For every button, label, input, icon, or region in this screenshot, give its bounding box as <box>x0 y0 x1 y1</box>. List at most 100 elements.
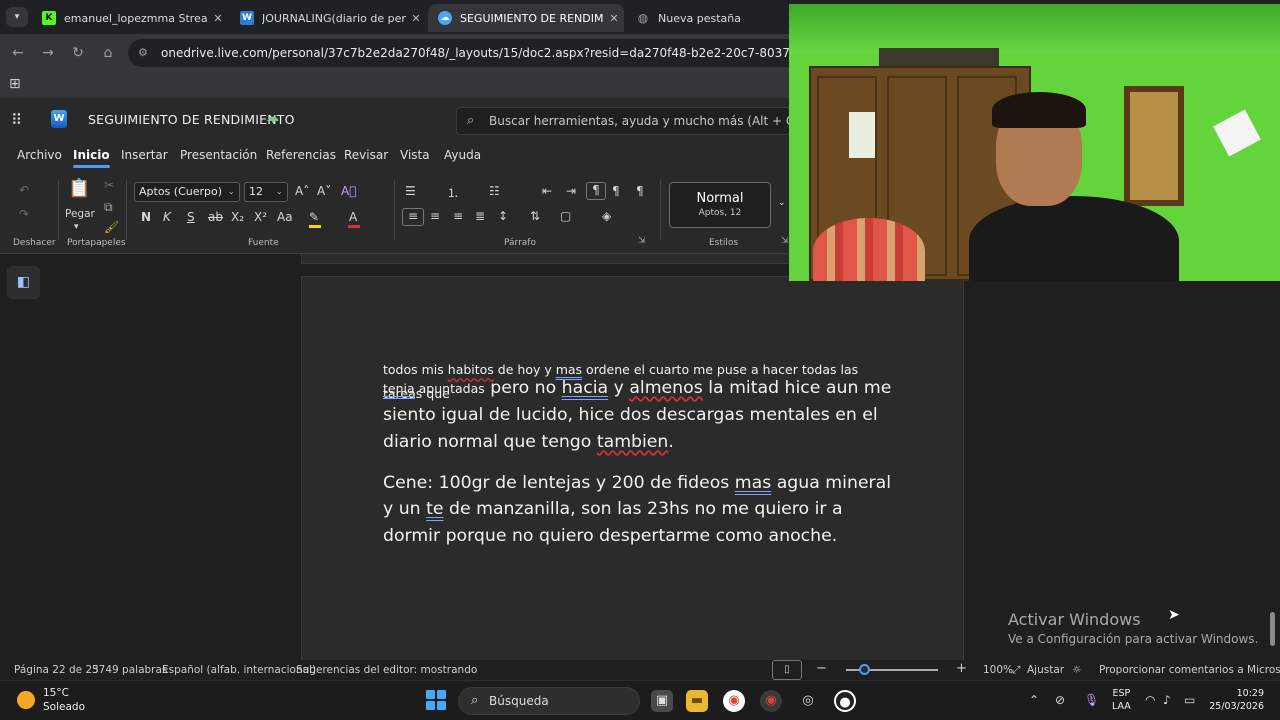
page-count[interactable]: Página 22 de 23 <box>14 664 99 676</box>
show-marks-icon[interactable]: ¶ <box>636 184 644 198</box>
align-left-icon[interactable]: ≡ <box>402 208 424 226</box>
copy-icon[interactable]: ⧉ <box>104 200 113 215</box>
tab-kick-stream[interactable]: K emanuel_lopezmma Stream - W ✕ <box>32 4 228 32</box>
font-size-select[interactable]: 12 ⌄ <box>244 182 288 202</box>
tab-inicio[interactable]: Inicio <box>73 148 110 168</box>
grammar-flag-word[interactable]: hacia <box>562 378 608 398</box>
tab-insertar[interactable]: Insertar <box>121 148 168 162</box>
word-logo-icon[interactable]: W <box>51 110 67 128</box>
underline-icon[interactable]: S <box>187 210 195 224</box>
wifi-icon[interactable]: ◠ <box>1145 693 1155 707</box>
taskbar-search[interactable]: ⌕ Búsqueda <box>458 687 640 715</box>
tab-presentacion[interactable]: Presentación <box>180 148 257 162</box>
undo-icon[interactable]: ↶ <box>19 183 29 197</box>
tab-revisar[interactable]: Revisar <box>344 148 388 162</box>
obs-icon[interactable]: ◎ <box>797 690 819 712</box>
clock[interactable]: 10:29 25/03/2026 <box>1206 687 1264 713</box>
paste-icon[interactable]: 📋 <box>68 178 90 199</box>
decrease-indent-icon[interactable]: ⇤ <box>542 184 552 198</box>
font-color-icon[interactable]: A <box>349 210 357 224</box>
vertical-scrollbar[interactable] <box>1270 612 1275 646</box>
zoom-slider-thumb[interactable] <box>859 664 871 675</box>
weather-sun-icon[interactable] <box>17 691 35 709</box>
tab-archivo[interactable]: Archivo <box>17 148 62 162</box>
ltr-icon[interactable]: ¶ <box>586 182 606 200</box>
search-box[interactable]: ⌕ Buscar herramientas, ayuda y mucho más… <box>456 107 800 135</box>
navigation-pane-icon[interactable]: ◧ <box>7 266 40 299</box>
grow-font-icon[interactable]: A˄ <box>295 184 309 198</box>
feedback-link[interactable]: Proporcionar comentarios a Microsoft <box>1099 664 1280 676</box>
meet-muted-icon[interactable]: ⊘ <box>1055 693 1065 707</box>
back-icon[interactable]: ← <box>8 43 28 63</box>
battery-icon[interactable]: ▭ <box>1184 693 1195 707</box>
tab-new-tab[interactable]: ◍ Nueva pestaña <box>626 4 786 32</box>
highlight-icon[interactable]: ✎ <box>309 210 319 224</box>
tab-seguimiento[interactable]: ☁ SEGUIMIENTO DE RENDIMIENT ✕ <box>428 4 624 32</box>
input-language[interactable]: ESP LAA <box>1112 687 1131 713</box>
paste-dropdown-icon[interactable]: ▾ <box>74 222 79 232</box>
start-button[interactable] <box>426 690 446 710</box>
zoom-out-icon[interactable]: − <box>816 661 827 676</box>
grammar-flag-word[interactable]: te <box>426 499 443 519</box>
feedback-icon[interactable]: ☼ <box>1072 664 1081 676</box>
url-field[interactable]: ⚙ onedrive.live.com/personal/37c7b2e2da2… <box>128 39 828 67</box>
chrome-active-icon[interactable]: ◉ <box>760 690 782 712</box>
multilevel-list-icon[interactable]: ☷ <box>489 184 500 198</box>
dialog-launcher-icon[interactable]: ⇲ <box>638 236 646 246</box>
apps-grid-icon[interactable]: ⊞ <box>9 76 21 92</box>
editor-suggestions[interactable]: Sugerencias del editor: mostrando <box>296 664 477 676</box>
change-case-icon[interactable]: Aa <box>277 210 293 224</box>
camera-app-icon[interactable]: ● <box>834 690 856 712</box>
document-title[interactable]: SEGUIMIENTO DE RENDIMIENTO <box>88 112 295 127</box>
line-spacing-icon[interactable]: ↕ <box>498 209 508 223</box>
subscript-icon[interactable]: X₂ <box>231 210 244 224</box>
align-center-icon[interactable]: ≡ <box>430 209 440 223</box>
justify-icon[interactable]: ≣ <box>475 209 485 223</box>
grammar-flag-word[interactable]: mas <box>735 473 771 493</box>
style-normal[interactable]: Normal Aptos, 12 <box>669 182 771 228</box>
grammar-flag-word[interactable]: tenia <box>383 381 415 396</box>
paste-button[interactable]: Pegar <box>65 208 95 220</box>
shading-icon[interactable]: ◈ <box>602 209 611 223</box>
site-info-icon[interactable]: ⚙ <box>138 39 148 67</box>
paragraph-spacing-icon[interactable]: ⇅ <box>530 209 540 223</box>
app-launcher-icon[interactable]: ⠿ <box>11 111 22 129</box>
home-icon[interactable]: ⌂ <box>98 43 118 63</box>
numbering-icon[interactable]: ⒈ <box>447 184 459 201</box>
tab-search-button[interactable]: ▾ <box>6 7 28 27</box>
bullets-icon[interactable]: ☰ <box>405 184 416 198</box>
styles-gallery-chevron-icon[interactable]: ⌄ <box>778 198 786 208</box>
forward-icon[interactable]: → <box>38 43 58 63</box>
zoom-in-icon[interactable]: + <box>956 661 967 676</box>
print-layout-icon[interactable]: ▯ <box>772 660 802 680</box>
reload-icon[interactable]: ↻ <box>68 43 88 63</box>
fit-icon[interactable]: ⤢ <box>1012 664 1020 677</box>
fit-button[interactable]: Ajustar <box>1027 664 1064 676</box>
zoom-level[interactable]: 100% <box>983 664 1013 676</box>
weather-widget[interactable]: 15°C Soleado <box>43 686 85 714</box>
word-count[interactable]: 5749 palabras <box>92 664 167 676</box>
document-page[interactable]: todos mis habitos de hoy y mas ordene el… <box>301 276 964 666</box>
clear-formatting-icon[interactable]: A⃠ <box>341 184 356 198</box>
bold-icon[interactable]: N <box>141 210 151 224</box>
rtl-icon[interactable]: ¶ <box>612 184 620 198</box>
shrink-font-icon[interactable]: A˅ <box>317 184 331 198</box>
borders-icon[interactable]: ▢ <box>560 209 571 223</box>
dialog-launcher-icon[interactable]: ⇲ <box>781 236 789 246</box>
cloud-saved-icon[interactable]: ☁ <box>266 110 279 125</box>
tab-vista[interactable]: Vista <box>400 148 430 162</box>
tray-overflow-icon[interactable]: ⌃ <box>1029 693 1039 707</box>
chrome-icon[interactable]: ◉ <box>723 690 745 712</box>
file-explorer-icon[interactable]: ▬ <box>686 690 708 712</box>
task-view-icon[interactable]: ▣ <box>651 690 673 712</box>
strikethrough-icon[interactable]: ab <box>208 210 223 224</box>
align-right-icon[interactable]: ≡ <box>453 209 463 223</box>
cut-icon[interactable]: ✂ <box>104 178 114 192</box>
redo-icon[interactable]: ↷ <box>19 207 29 221</box>
close-tab-icon[interactable]: ✕ <box>208 12 228 25</box>
font-name-select[interactable]: Aptos (Cuerpo) ⌄ <box>134 182 240 202</box>
superscript-icon[interactable]: X² <box>254 210 267 224</box>
microphone-icon[interactable]: 🎙 <box>1084 693 1099 707</box>
volume-icon[interactable]: ♪ <box>1163 693 1171 707</box>
language-status[interactable]: Español (alfab. internacional) <box>162 664 316 676</box>
